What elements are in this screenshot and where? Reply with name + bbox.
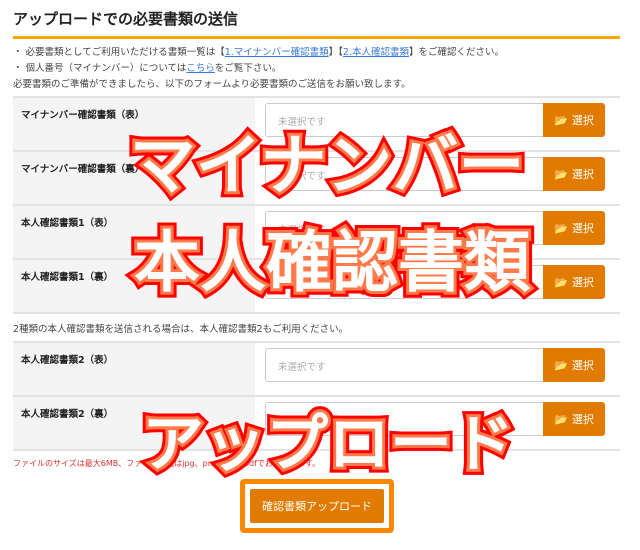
notes: ・ 必要書類としてご利用いただける書類一覧は【1.マイナンバー確認書類】【2.本… (13, 45, 504, 77)
intro-text: 必要書類のご準備ができましたら、以下のフォームより必要書類のご送信をお願い致しま… (13, 79, 411, 90)
select-file-button[interactable]: 📂 選択 (543, 265, 605, 299)
file-name-field[interactable]: 未選択です (265, 265, 543, 299)
submit-highlight: 確認書類アップロード (240, 479, 394, 533)
note-text: ・ 個人番号（マイナンバー）については (13, 63, 187, 74)
upload-table-1: マイナンバー確認書類（表） 未選択です 📂 選択 マイナンバー確認書類（裏） 未選… (13, 96, 620, 314)
folder-open-icon: 📂 (554, 221, 568, 235)
upload-row: 本人確認書類2（表） 未選択です 📂 選択 (13, 343, 620, 397)
title-underline (13, 36, 620, 39)
link-id-docs[interactable]: 2.本人確認書類 (343, 47, 409, 58)
upload-submit-button[interactable]: 確認書類アップロード (250, 489, 384, 523)
select-label: 選択 (571, 413, 594, 426)
upload-table-2: 本人確認書類2（表） 未選択です 📂 選択 本人確認書類2（裏） 未選択です 📂 選… (13, 341, 620, 451)
link-mynumber-info[interactable]: こちら (186, 63, 215, 74)
field-label: マイナンバー確認書類（裏） (13, 152, 255, 204)
select-label: 選択 (571, 276, 594, 289)
file-name-field[interactable]: 未選択です (265, 211, 543, 245)
page-title: アップロードでの必要書類の送信 (13, 10, 239, 28)
folder-open-icon: 📂 (554, 167, 568, 181)
select-label: 選択 (571, 359, 594, 372)
upload-row: 本人確認書類2（裏） 未選択です 📂 選択 (13, 397, 620, 451)
upload-row: マイナンバー確認書類（裏） 未選択です 📂 選択 (13, 152, 620, 206)
folder-open-icon: 📂 (554, 113, 568, 127)
mid-note: 2種類の本人確認書類を送信される場合は、本人確認書類2もご利用ください。 (13, 324, 349, 335)
select-file-button[interactable]: 📂 選択 (543, 211, 605, 245)
note-text: 】をご確認ください。 (408, 47, 504, 58)
file-name-field[interactable]: 未選択です (265, 103, 543, 137)
select-label: 選択 (571, 168, 594, 181)
select-label: 選択 (571, 222, 594, 235)
file-name-field[interactable]: 未選択です (265, 157, 543, 191)
file-name-field[interactable]: 未選択です (265, 348, 543, 382)
file-size-warning: ファイルのサイズは最大6MB、ファイル形式はjpg、png、gif、pdfでお願… (13, 459, 321, 468)
note-text: 】【 (328, 47, 343, 58)
field-label: マイナンバー確認書類（表） (13, 98, 255, 150)
field-label: 本人確認書類2（裏） (13, 397, 255, 449)
note-text: をご覧下さい。 (214, 63, 282, 74)
upload-row: マイナンバー確認書類（表） 未選択です 📂 選択 (13, 98, 620, 152)
folder-open-icon: 📂 (554, 275, 568, 289)
select-label: 選択 (571, 114, 594, 127)
file-name-field[interactable]: 未選択です (265, 402, 543, 436)
folder-open-icon: 📂 (554, 358, 568, 372)
upload-row: 本人確認書類1（裏） 未選択です 📂 選択 (13, 260, 620, 314)
field-label: 本人確認書類2（表） (13, 343, 255, 395)
field-label: 本人確認書類1（裏） (13, 260, 255, 312)
upload-row: 本人確認書類1（表） 未選択です 📂 選択 (13, 206, 620, 260)
link-mynumber-docs[interactable]: 1.マイナンバー確認書類 (225, 47, 329, 58)
select-file-button[interactable]: 📂 選択 (543, 402, 605, 436)
select-file-button[interactable]: 📂 選択 (543, 157, 605, 191)
note-text: ・ 必要書類としてご利用いただける書類一覧は【 (13, 47, 225, 58)
select-file-button[interactable]: 📂 選択 (543, 103, 605, 137)
select-file-button[interactable]: 📂 選択 (543, 348, 605, 382)
field-label: 本人確認書類1（表） (13, 206, 255, 258)
folder-open-icon: 📂 (554, 412, 568, 426)
